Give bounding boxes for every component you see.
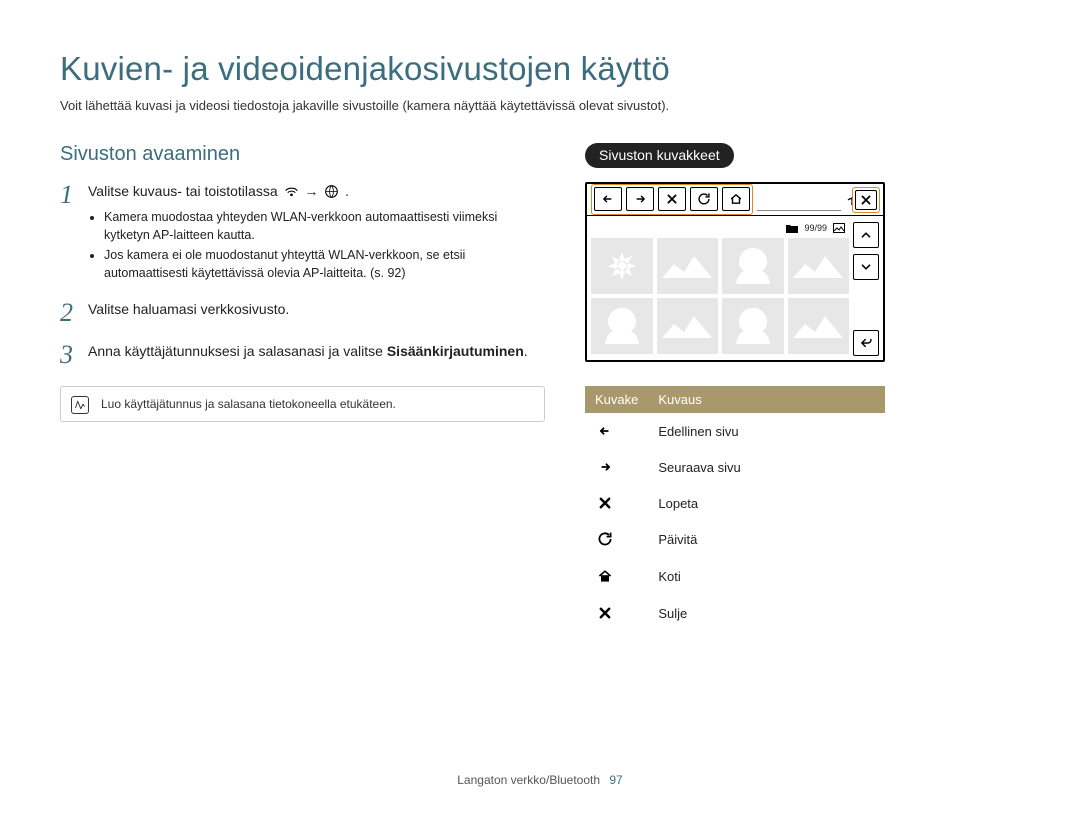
thumbnail: [657, 298, 719, 354]
step-1-bullets: Kamera muodostaa yhteyden WLAN-verkkoon …: [88, 208, 545, 283]
table-row: Lopeta: [585, 485, 885, 521]
thumbnail: [722, 238, 784, 294]
note-icon: [71, 396, 89, 414]
table-row: Edellinen sivu: [585, 413, 885, 449]
th-icon: Kuvake: [585, 386, 648, 413]
back-button[interactable]: [853, 330, 879, 356]
row-label: Päivitä: [648, 521, 885, 558]
period: .: [524, 343, 528, 359]
step-2-text: Valitse haluamasi verkkosivusto.: [88, 300, 545, 320]
scroll-up-button[interactable]: [853, 222, 879, 248]
thumbnail: [788, 298, 850, 354]
step-2: 2 Valitse haluamasi verkkosivusto.: [60, 300, 545, 326]
row-label: Koti: [648, 558, 885, 595]
th-desc: Kuvaus: [648, 386, 885, 413]
step-number: 1: [60, 182, 88, 208]
subhead-open-site: Sivuston avaaminen: [60, 143, 545, 166]
home-button[interactable]: [722, 187, 750, 211]
next-page-button[interactable]: [626, 187, 654, 211]
thumbnail: [591, 298, 653, 354]
left-column: Sivuston avaaminen 1 Valitse kuvaus- tai…: [60, 143, 545, 422]
right-column: Sivuston kuvakkeet: [585, 143, 1020, 631]
step-3: 3 Anna käyttäjätunnuksesi ja salasanasi …: [60, 342, 545, 368]
step-3-text: Anna käyttäjätunnuksesi ja salasanasi ja…: [88, 343, 387, 359]
wifi-icon: [284, 184, 299, 199]
table-row: Koti: [585, 558, 885, 595]
refresh-icon: [595, 529, 615, 549]
arrow-right-icon: [595, 457, 615, 477]
table-row: Sulje: [585, 595, 885, 631]
page-counter: 99/99: [804, 223, 827, 233]
footer-page: 97: [609, 773, 622, 787]
arrow-text: →: [304, 183, 318, 199]
page-title: Kuvien- ja videoidenjakosivustojen käytt…: [60, 50, 1020, 88]
thumbnail: [591, 238, 653, 294]
image-icon: [833, 222, 845, 234]
row-label: Sulje: [648, 595, 885, 631]
x-icon: [595, 493, 615, 513]
subhead-site-icons: Sivuston kuvakkeet: [585, 143, 734, 168]
prev-page-button[interactable]: [594, 187, 622, 211]
folder-icon: [786, 222, 798, 234]
refresh-button[interactable]: [690, 187, 718, 211]
icon-table: Kuvake Kuvaus Edellinen sivu Seuraava si…: [585, 386, 885, 631]
x-icon: [595, 603, 615, 623]
row-label: Seuraava sivu: [648, 449, 885, 485]
url-bar: [757, 189, 841, 211]
step-1: 1 Valitse kuvaus- tai toistotilassa →: [60, 182, 545, 284]
thumbnail: [657, 238, 719, 294]
close-button[interactable]: [852, 187, 880, 213]
table-row: Päivitä: [585, 521, 885, 558]
home-icon: [595, 566, 615, 586]
step-number: 3: [60, 342, 88, 368]
step-1-text: Valitse kuvaus- tai toistotilassa: [88, 183, 282, 199]
footer-section: Langaton verkko/Bluetooth: [457, 773, 600, 787]
step-3-bold: Sisäänkirjautuminen: [387, 343, 524, 359]
bullet: Jos kamera ei ole muodostanut yhteyttä W…: [104, 246, 545, 282]
bullet: Kamera muodostaa yhteyden WLAN-verkkoon …: [104, 208, 545, 244]
thumbnail: [722, 298, 784, 354]
globe-icon: [324, 184, 339, 199]
toolbar-group: [591, 184, 753, 215]
camera-screen-diagram: 99/99: [585, 182, 885, 362]
footer: Langaton verkko/Bluetooth 97: [0, 773, 1080, 787]
thumbnail-grid: [591, 236, 849, 356]
note-text: Luo käyttäjätunnus ja salasana tietokone…: [101, 397, 396, 411]
period: .: [345, 183, 349, 199]
table-row: Seuraava sivu: [585, 449, 885, 485]
note-box: Luo käyttäjätunnus ja salasana tietokone…: [60, 386, 545, 422]
thumbnail: [788, 238, 850, 294]
row-label: Edellinen sivu: [648, 413, 885, 449]
scroll-down-button[interactable]: [853, 254, 879, 280]
stop-button[interactable]: [658, 187, 686, 211]
arrow-left-icon: [595, 421, 615, 441]
step-number: 2: [60, 300, 88, 326]
intro-text: Voit lähettää kuvasi ja videosi tiedosto…: [60, 98, 1020, 113]
row-label: Lopeta: [648, 485, 885, 521]
